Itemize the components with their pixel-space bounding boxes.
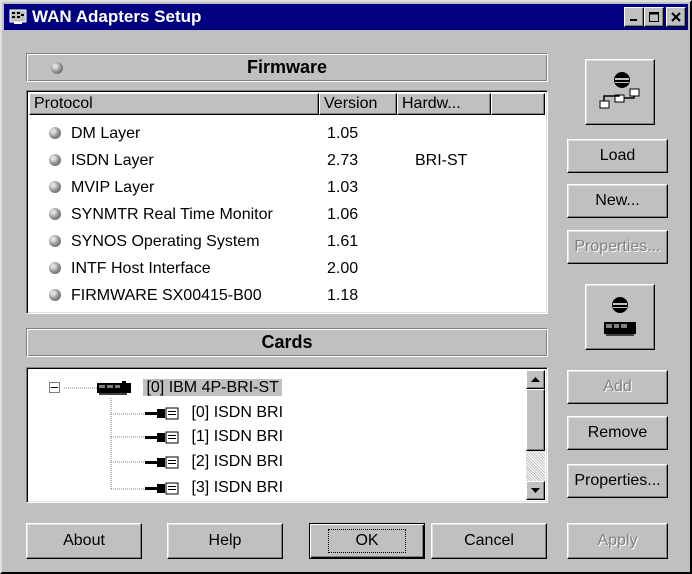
cards-tree[interactable]: [0] IBM 4P-BRI-ST [0] ISDN BRI [1] ISDN … [26,367,548,503]
help-button[interactable]: Help [167,523,283,559]
status-led-icon [49,208,61,220]
minimize-button[interactable] [624,7,644,27]
connector-icon [145,431,179,444]
connector-icon [145,407,179,420]
cards-icon-box [585,284,655,350]
scroll-thumb[interactable] [526,389,545,451]
tree-item-label: [1] ISDN BRI [191,428,284,445]
status-led-icon [49,262,61,274]
protocol-version: 2.00 [327,260,359,277]
connector-icon [145,482,179,495]
cards-header-label: Cards [261,332,313,352]
tree-item-label: [0] IBM 4P-BRI-ST [143,379,282,396]
tree-item-port[interactable]: [0] ISDN BRI [145,402,283,424]
column-header-version[interactable]: Version [319,93,397,115]
firmware-row[interactable]: INTF Host Interface 2.00 [29,255,545,282]
connector-icon [145,456,179,469]
tree-item-label: [0] ISDN BRI [191,404,284,421]
adapter-card-icon [604,297,636,336]
firmware-properties-label: Properties... [574,238,661,255]
firmware-row[interactable]: SYNOS Operating System 1.61 [29,228,545,255]
scroll-down-button[interactable] [526,481,545,500]
card-properties-label: Properties... [574,472,661,489]
minus-icon [51,387,58,388]
title-bar[interactable]: WAN Adapters Setup [4,4,688,30]
firmware-list[interactable]: Protocol Version Hardw... DM Layer 1.05 … [26,90,548,314]
network-app-icon[interactable] [8,8,28,26]
status-led-icon [49,154,61,166]
status-led-icon [49,289,61,301]
wan-adapters-setup-window: WAN Adapters Setup Firmware Protocol Ver… [0,0,692,574]
ok-button-label: OK [328,529,406,553]
firmware-row[interactable]: ISDN Layer 2.73 BRI-ST [29,147,545,174]
tree-item-label: [3] ISDN BRI [191,479,284,496]
column-header-hardware[interactable]: Hardw... [397,93,491,115]
remove-button-label: Remove [587,424,648,441]
status-led-icon [49,181,61,193]
protocol-version: 2.73 [327,152,359,169]
tree-item-card[interactable]: [0] IBM 4P-BRI-ST [95,377,282,399]
close-button[interactable] [666,7,686,27]
collapse-toggle[interactable] [49,382,60,393]
cancel-button[interactable]: Cancel [431,523,547,559]
column-header-blank[interactable] [491,93,545,115]
about-button-label: About [63,532,105,549]
close-icon [671,12,681,22]
protocol-version: 1.05 [327,125,359,142]
window-title: WAN Adapters Setup [32,7,202,26]
new-button-label: New... [595,192,640,209]
firmware-header-label: Firmware [246,57,328,77]
protocol-name: SYNMTR Real Time Monitor [71,206,273,223]
minimize-icon [630,19,637,21]
scroll-up-button[interactable] [526,370,545,389]
status-led-icon [49,127,61,139]
tree-item-label: [2] ISDN BRI [191,453,284,470]
status-led-icon [49,235,61,247]
help-button-label: Help [208,532,242,549]
protocol-name: FIRMWARE SX00415-B00 [71,287,262,304]
protocol-name: SYNOS Operating System [71,233,260,250]
adapter-card-icon [97,380,131,395]
protocol-hardware: BRI-ST [415,152,468,169]
firmware-row[interactable]: FIRMWARE SX00415-B00 1.18 [29,282,545,309]
ok-button[interactable]: OK [309,523,425,559]
protocol-version: 1.06 [327,206,359,223]
firmware-properties-button[interactable]: Properties... [567,230,668,264]
arrow-down-icon [531,487,540,493]
firmware-status-led-icon [51,62,63,74]
protocol-name: DM Layer [71,125,141,142]
firmware-row[interactable]: DM Layer 1.05 [29,120,545,147]
protocol-name: MVIP Layer [71,179,155,196]
apply-button[interactable]: Apply [567,523,668,559]
tree-item-port[interactable]: [2] ISDN BRI [145,451,283,473]
maximize-button[interactable] [644,7,664,27]
add-button-label: Add [603,378,632,395]
maximize-icon [648,11,659,22]
network-protocol-icon [599,72,640,109]
new-button[interactable]: New... [567,184,668,218]
protocol-name: ISDN Layer [71,152,154,169]
tree-item-port[interactable]: [3] ISDN BRI [145,477,283,499]
firmware-row[interactable]: MVIP Layer 1.03 [29,174,545,201]
load-button[interactable]: Load [567,139,668,173]
arrow-up-icon [531,376,540,382]
cards-header: Cards [26,328,548,357]
protocol-name: INTF Host Interface [71,260,211,277]
remove-button[interactable]: Remove [567,416,668,450]
about-button[interactable]: About [26,523,142,559]
firmware-icon-box [585,59,655,125]
add-button[interactable]: Add [567,370,668,404]
cards-scrollbar[interactable] [526,370,545,500]
protocol-version: 1.61 [327,233,359,250]
card-properties-button[interactable]: Properties... [567,464,668,498]
column-header-protocol[interactable]: Protocol [29,93,319,115]
load-button-label: Load [599,147,636,164]
firmware-header: Firmware [26,53,548,82]
protocol-version: 1.03 [327,179,359,196]
tree-item-port[interactable]: [1] ISDN BRI [145,426,283,448]
cancel-button-label: Cancel [464,532,514,549]
apply-button-label: Apply [597,532,638,549]
protocol-version: 1.18 [327,287,359,304]
firmware-row[interactable]: SYNMTR Real Time Monitor 1.06 [29,201,545,228]
